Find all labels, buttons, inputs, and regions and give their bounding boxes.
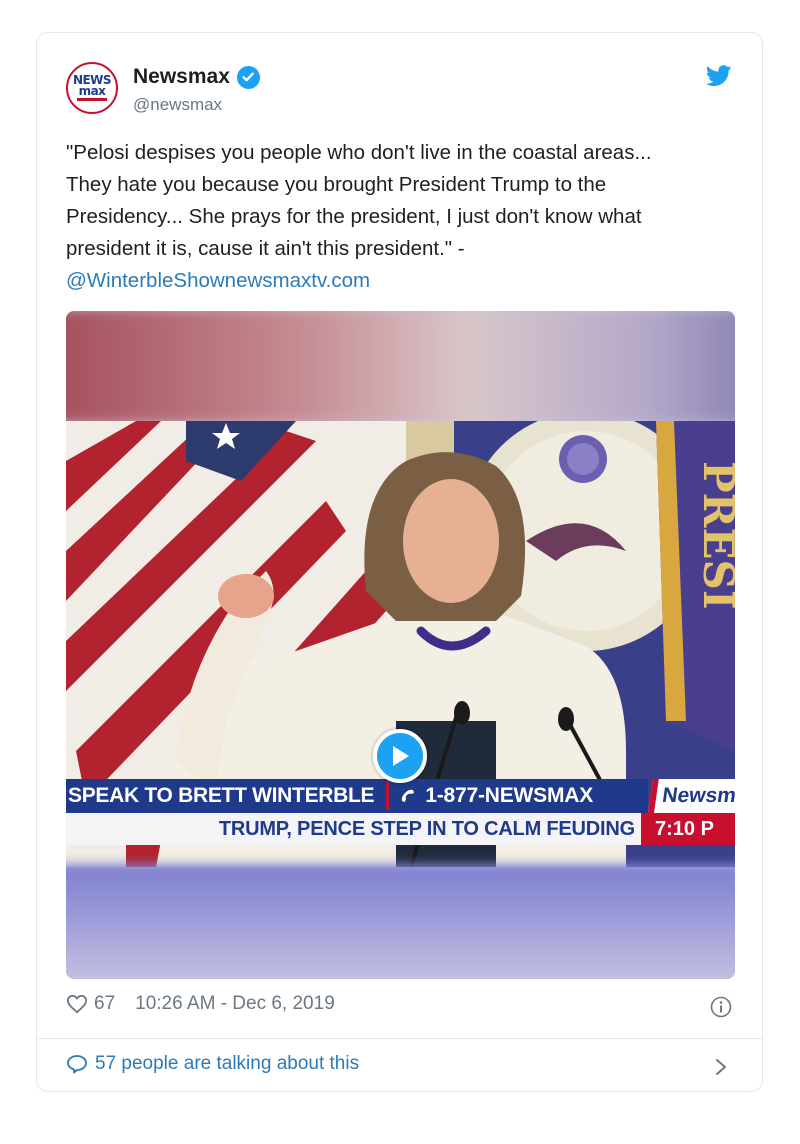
avatar[interactable]: NEWS max	[66, 62, 118, 114]
divider	[37, 1038, 762, 1039]
video-player[interactable]: PRESI SPEAK TO BRETT WINTERBLE 1-877-NEW…	[66, 311, 735, 979]
like-count[interactable]: 67	[94, 993, 115, 1015]
account-name-row[interactable]: Newsmax	[133, 65, 260, 89]
chyron-top-text: SPEAK TO BRETT WINTERBLE	[68, 784, 375, 807]
tweet-timestamp[interactable]: 10:26 AM - Dec 6, 2019	[135, 993, 335, 1015]
avatar-logo-line2: max	[78, 83, 106, 98]
tweet-text: "Pelosi despises you people who don't li…	[66, 141, 652, 260]
tweet-card: NEWS max Newsmax @newsmax "Pelosi despis…	[36, 32, 763, 1092]
account-name[interactable]: Newsmax	[133, 65, 230, 89]
newsmax-logo: NEWS max	[72, 68, 112, 108]
conversation-link[interactable]: 57 people are talking about this	[66, 1053, 359, 1075]
twitter-bird-icon[interactable]	[705, 65, 732, 87]
phone-icon	[399, 787, 417, 805]
news-chyron: SPEAK TO BRETT WINTERBLE 1-877-NEWSMAX N…	[66, 779, 735, 853]
chyron-phone: 1-877-NEWSMAX	[425, 784, 594, 807]
comment-bubble-icon	[66, 1054, 88, 1074]
chyron-time: 7:10 P	[641, 813, 735, 845]
tweet-link[interactable]: @WinterbleShownewsmaxtv.com	[66, 265, 370, 297]
video-blur-top	[66, 311, 735, 424]
tweet-meta-row: 67 10:26 AM - Dec 6, 2019	[66, 993, 335, 1015]
heart-icon[interactable]	[66, 994, 88, 1014]
play-icon	[393, 746, 409, 766]
video-blur-bottom	[66, 864, 735, 979]
talking-count[interactable]: 57 people are talking about this	[95, 1053, 359, 1075]
seal-text: PRESI	[694, 461, 735, 609]
chyron-headline: TRUMP, PENCE STEP IN TO CALM FEUDING	[66, 813, 641, 845]
chevron-right-icon[interactable]	[714, 1057, 728, 1077]
account-handle[interactable]: @newsmax	[133, 95, 222, 115]
verified-icon	[236, 65, 260, 89]
info-icon[interactable]	[710, 996, 732, 1018]
video-frame[interactable]: PRESI SPEAK TO BRETT WINTERBLE 1-877-NEW…	[66, 421, 735, 867]
chyron-top-bar: SPEAK TO BRETT WINTERBLE 1-877-NEWSMAX	[66, 779, 648, 813]
chyron-logo: Newsmax	[648, 779, 735, 813]
play-button[interactable]	[373, 729, 427, 783]
